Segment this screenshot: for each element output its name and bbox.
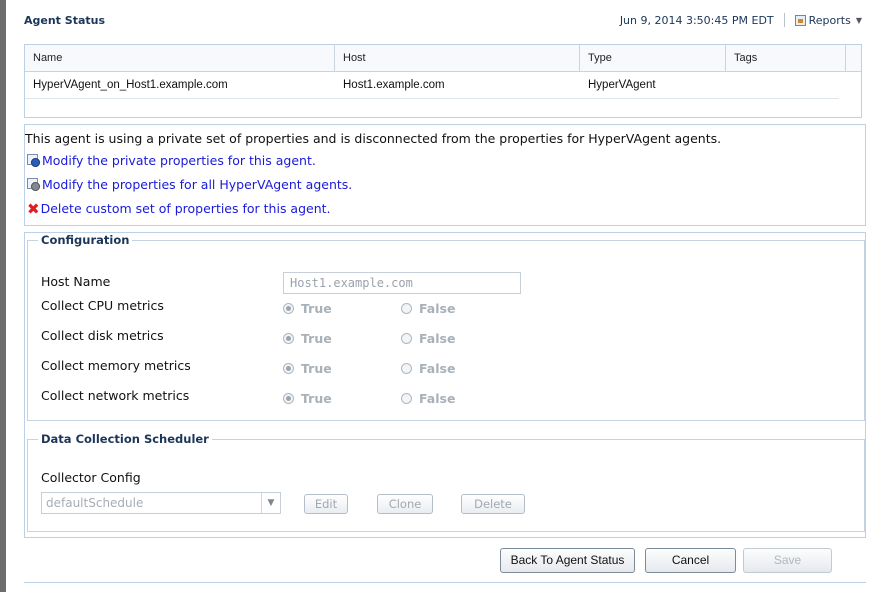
radio-label: True bbox=[301, 391, 332, 406]
chevron-down-icon[interactable]: ▼ bbox=[261, 493, 280, 513]
column-header-name[interactable]: Name bbox=[25, 45, 335, 71]
divider bbox=[783, 13, 785, 27]
chevron-down-icon: ▼ bbox=[855, 15, 862, 25]
configuration-container: Configuration Host Name Host1.example.co… bbox=[24, 232, 866, 538]
configuration-fieldset: Configuration Host Name Host1.example.co… bbox=[27, 233, 865, 421]
radio-circle bbox=[283, 303, 294, 314]
radio-circle bbox=[401, 333, 412, 344]
modify-all-properties-link[interactable]: Modify the properties for all HyperVAgen… bbox=[27, 177, 352, 192]
report-icon bbox=[794, 14, 806, 26]
modify-private-properties-link[interactable]: Modify the private properties for this a… bbox=[27, 153, 316, 168]
disk-false-radio[interactable]: False bbox=[401, 331, 455, 346]
radio-label: False bbox=[419, 331, 456, 346]
metric-label-disk: Collect disk metrics bbox=[41, 328, 164, 343]
cancel-button[interactable]: Cancel bbox=[645, 548, 736, 573]
metric-label-memory: Collect memory metrics bbox=[41, 358, 191, 373]
network-false-radio[interactable]: False bbox=[401, 391, 455, 406]
cpu-true-radio[interactable]: True bbox=[283, 301, 332, 316]
delete-button[interactable]: Delete bbox=[461, 494, 525, 514]
disk-true-radio[interactable]: True bbox=[283, 331, 332, 346]
gear-gray-icon bbox=[27, 177, 41, 192]
edit-button[interactable]: Edit bbox=[304, 494, 348, 514]
host-name-label: Host Name bbox=[41, 274, 111, 289]
radio-circle bbox=[283, 363, 294, 374]
host-name-input[interactable]: Host1.example.com bbox=[283, 272, 521, 294]
radio-label: True bbox=[301, 301, 332, 316]
radio-label: True bbox=[301, 331, 332, 346]
collector-config-label: Collector Config bbox=[41, 470, 141, 485]
column-header-host[interactable]: Host bbox=[335, 45, 580, 71]
column-header-type[interactable]: Type bbox=[580, 45, 726, 71]
radio-circle bbox=[283, 393, 294, 404]
radio-circle bbox=[401, 303, 412, 314]
delete-custom-properties-link[interactable]: ✖ Delete custom set of properties for th… bbox=[27, 201, 331, 216]
red-x-icon: ✖ bbox=[27, 199, 40, 218]
link-label: Delete custom set of properties for this… bbox=[40, 201, 331, 216]
radio-label: False bbox=[419, 361, 456, 376]
reports-label: Reports bbox=[808, 13, 851, 27]
network-true-radio[interactable]: True bbox=[283, 391, 332, 406]
radio-circle bbox=[283, 333, 294, 344]
gear-blue-icon bbox=[27, 153, 41, 168]
radio-label: True bbox=[301, 361, 332, 376]
scheduler-legend: Data Collection Scheduler bbox=[41, 432, 209, 446]
table-header: Name Host Type Tags bbox=[25, 45, 861, 72]
metric-label-network: Collect network metrics bbox=[41, 388, 190, 403]
radio-circle bbox=[401, 393, 412, 404]
memory-true-radio[interactable]: True bbox=[283, 361, 332, 376]
configuration-legend: Configuration bbox=[41, 233, 130, 247]
select-value: defaultSchedule bbox=[46, 496, 144, 510]
clone-button[interactable]: Clone bbox=[377, 494, 433, 514]
header-toolbar: Jun 9, 2014 3:50:45 PM EDT Reports ▼ bbox=[620, 13, 862, 27]
timestamp: Jun 9, 2014 3:50:45 PM EDT bbox=[619, 13, 774, 27]
back-to-agent-status-button[interactable]: Back To Agent Status bbox=[500, 548, 635, 573]
cell-type: HyperVAgent bbox=[588, 79, 656, 91]
cpu-false-radio[interactable]: False bbox=[401, 301, 455, 316]
page-title: Agent Status bbox=[24, 14, 106, 27]
save-button[interactable]: Save bbox=[743, 548, 832, 573]
radio-label: False bbox=[419, 391, 456, 406]
link-label: Modify the private properties for this a… bbox=[42, 153, 316, 168]
divider bbox=[24, 582, 866, 583]
memory-false-radio[interactable]: False bbox=[401, 361, 455, 376]
radio-circle bbox=[401, 363, 412, 374]
cell-name: HyperVAgent_on_Host1.example.com bbox=[33, 79, 228, 91]
radio-label: False bbox=[419, 301, 456, 316]
agent-table: Name Host Type Tags HyperVAgent_on_Host1… bbox=[24, 44, 862, 118]
collector-config-select[interactable]: defaultSchedule ▼ bbox=[41, 492, 281, 514]
reports-menu[interactable]: Reports ▼ bbox=[794, 13, 862, 27]
scheduler-fieldset: Data Collection Scheduler Collector Conf… bbox=[27, 432, 865, 532]
window-frame-left bbox=[0, 0, 6, 592]
private-properties-message: This agent is using a private set of pro… bbox=[25, 131, 722, 146]
cell-tags bbox=[726, 72, 838, 98]
link-label: Modify the properties for all HyperVAgen… bbox=[42, 177, 353, 192]
cell-host: Host1.example.com bbox=[343, 79, 445, 91]
metric-label-cpu: Collect CPU metrics bbox=[41, 298, 164, 313]
column-header-tags[interactable]: Tags bbox=[726, 45, 846, 71]
table-row[interactable]: HyperVAgent_on_Host1.example.com Host1.e… bbox=[25, 72, 839, 99]
properties-info-panel: This agent is using a private set of pro… bbox=[24, 124, 866, 226]
